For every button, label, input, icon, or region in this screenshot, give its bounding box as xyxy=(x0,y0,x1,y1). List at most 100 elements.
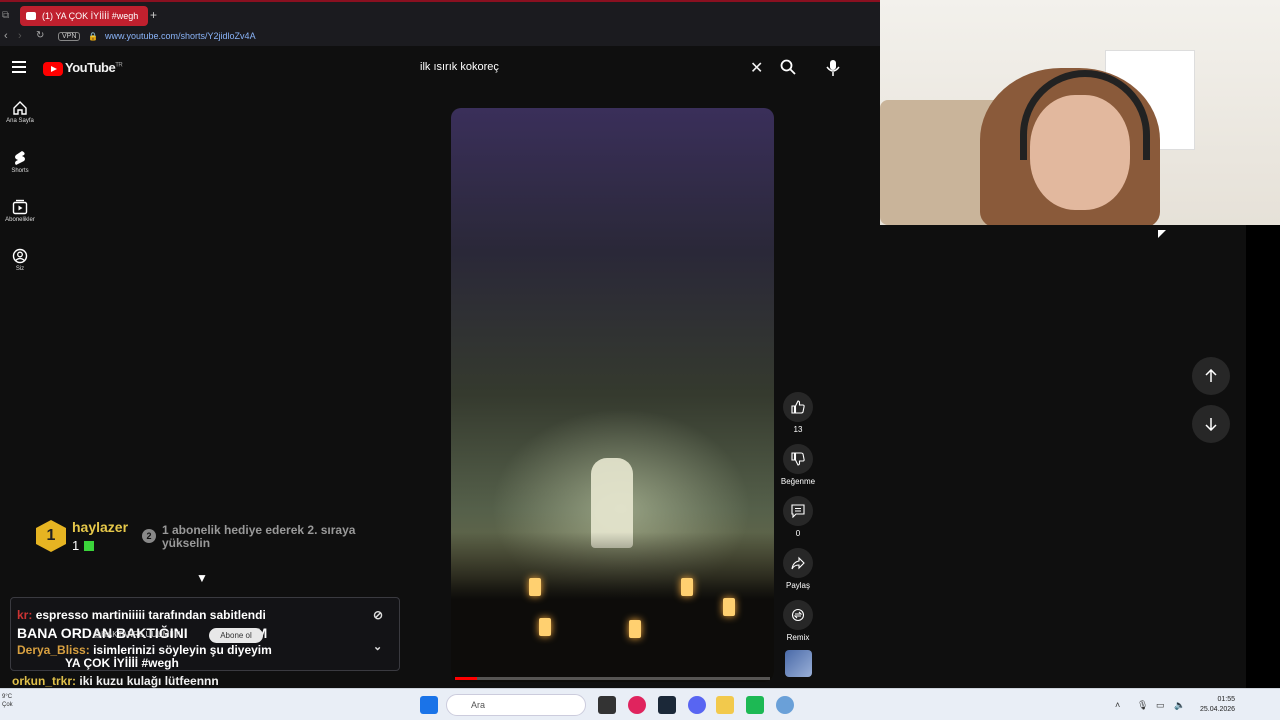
file-explorer-icon[interactable] xyxy=(716,696,734,714)
pinned-message: espresso martiniiiii xyxy=(35,608,146,622)
browser-tab-bar: ⧉ (1) YA ÇOK İYİİİİ #wegh + xyxy=(0,0,880,28)
lock-icon[interactable]: 🔒 xyxy=(88,32,98,41)
pinned-chat-box: kr: espresso martiniiiii tarafından sabi… xyxy=(10,597,400,671)
hide-icon[interactable]: ⊘ xyxy=(373,608,383,622)
taskbar-search-placeholder: Ara xyxy=(471,700,486,710)
browser-sidebar-icon[interactable]: ⧉ xyxy=(2,10,9,21)
webcam-overlay xyxy=(880,0,1280,225)
share-label: Paylaş xyxy=(785,581,810,590)
video-progress-fill xyxy=(455,677,478,680)
logo-text: YouTube xyxy=(65,60,116,75)
rank-two-badge: 2 xyxy=(142,529,156,543)
region-code: TR xyxy=(115,62,123,69)
gift-icon xyxy=(84,541,94,551)
nav-label: Ana Sayfa xyxy=(6,118,34,124)
thumbs-down-icon xyxy=(791,452,805,466)
search-icon[interactable] xyxy=(780,59,796,78)
taskbar-search[interactable]: Ara xyxy=(446,694,586,716)
reload-icon[interactable]: ↻ xyxy=(36,30,44,41)
tab-title: (1) YA ÇOK İYİİİİ #wegh xyxy=(42,11,139,21)
alert-count: 1 xyxy=(72,538,80,553)
start-icon[interactable] xyxy=(420,696,438,714)
nav-label: Shorts xyxy=(11,168,29,174)
shorts-video-player[interactable] xyxy=(451,108,774,682)
chat-message: isimlerinizi söyleyin şu diyeyim xyxy=(93,643,272,657)
pinned-line-4: YA ÇOK İYİİİİ #wegh xyxy=(65,656,179,670)
sound-thumbnail[interactable] xyxy=(785,650,812,677)
taskbar-clock[interactable]: 01:55 25.04.2026 xyxy=(1200,695,1235,715)
settings-icon[interactable] xyxy=(776,696,794,714)
task-view-icon[interactable] xyxy=(598,696,616,714)
subscriptions-icon xyxy=(12,199,28,215)
nav-item-you[interactable]: Siz xyxy=(0,248,40,272)
comments-button[interactable]: 0 xyxy=(780,496,816,538)
pinned-sub-name: @HAKTANRILUUUMIIIII xyxy=(93,630,181,639)
remix-label: Remix xyxy=(786,633,810,642)
network-icon[interactable]: ▭ xyxy=(1156,700,1165,711)
home-icon xyxy=(13,101,27,115)
opera-icon[interactable] xyxy=(628,696,646,714)
chat-username: Derya_Bliss: xyxy=(17,643,90,657)
pinned-by-text: tarafından sabitlendi xyxy=(148,608,266,622)
back-icon[interactable]: ‹ xyxy=(4,30,8,42)
nav-item-home[interactable]: Ana Sayfa xyxy=(0,100,40,124)
share-icon xyxy=(791,556,805,570)
discord-icon[interactable] xyxy=(688,696,706,714)
collapse-chevrons-icon[interactable]: ▼ xyxy=(196,571,208,585)
browser-tab-active[interactable]: (1) YA ÇOK İYİİİİ #wegh xyxy=(20,6,148,26)
chat-username: orkun_trkr: xyxy=(12,674,77,688)
like-button[interactable]: 13 xyxy=(780,392,816,434)
arrow-down-icon xyxy=(1205,418,1217,431)
volume-icon[interactable]: 🔈 xyxy=(1174,700,1185,711)
nav-item-subscriptions[interactable]: Abonelikler xyxy=(0,199,40,223)
youtube-favicon-icon xyxy=(26,12,36,20)
tray-chevron-icon[interactable]: ˄ xyxy=(1115,700,1120,710)
phone-light xyxy=(723,598,735,616)
dislike-button[interactable]: Beğenme xyxy=(780,444,816,486)
remix-button[interactable]: Remix xyxy=(780,600,816,642)
new-tab-icon[interactable]: + xyxy=(150,8,157,22)
mic-tray-icon[interactable]: 🎙 xyxy=(1137,700,1148,711)
phone-light xyxy=(681,578,693,596)
app-icon[interactable] xyxy=(746,696,764,714)
account-icon xyxy=(12,248,28,264)
clock-date: 25.04.2026 xyxy=(1200,706,1236,713)
youtube-play-icon xyxy=(43,61,63,76)
comment-icon xyxy=(791,504,805,518)
video-progress-bar[interactable] xyxy=(455,677,770,680)
search-box[interactable]: ilk ısırık kokoreç ✕ xyxy=(410,56,810,80)
weather-widget[interactable]: 9°C Çok xyxy=(2,693,13,709)
nav-label: Siz xyxy=(15,266,25,272)
expand-chevron-icon[interactable]: ⌄ xyxy=(373,640,382,653)
follow-button[interactable]: Abone ol xyxy=(209,628,263,643)
youtube-header: YouTubeTR ilk ısırık kokoreç ✕ xyxy=(0,46,880,90)
right-edge-strip xyxy=(1246,225,1280,688)
alert-username: haylazer xyxy=(72,519,129,535)
pinned-username: kr: xyxy=(17,608,33,622)
phone-light xyxy=(529,578,541,596)
youtube-logo[interactable]: YouTubeTR xyxy=(43,60,123,76)
phone-light xyxy=(539,618,551,636)
url-text[interactable]: www.youtube.com/shorts/Y2jidloZv4A xyxy=(105,31,256,41)
rank-badge: 1 xyxy=(36,520,66,552)
clock-time: 01:55 xyxy=(1217,696,1236,703)
remix-icon xyxy=(791,608,805,622)
arrow-up-icon xyxy=(1205,369,1217,382)
mouse-cursor-icon xyxy=(1158,230,1166,238)
weather-temp: 9°C xyxy=(2,694,13,700)
address-bar: ‹ › ↻ VPN 🔒 www.youtube.com/shorts/Y2jid… xyxy=(0,28,880,46)
nav-item-shorts[interactable]: Shorts xyxy=(0,150,40,174)
share-button[interactable]: Paylaş xyxy=(780,548,816,590)
menu-icon[interactable] xyxy=(12,61,26,73)
clear-search-icon[interactable]: ✕ xyxy=(750,58,763,78)
previous-video-button[interactable] xyxy=(1192,357,1230,395)
vpn-badge[interactable]: VPN xyxy=(58,32,81,41)
search-input[interactable]: ilk ısırık kokoreç xyxy=(420,61,499,73)
forward-icon[interactable]: › xyxy=(18,30,22,42)
like-count: 13 xyxy=(793,425,803,434)
steam-icon[interactable] xyxy=(658,696,676,714)
chat-line: orkun_trkr: iki kuzu kulağı lütfeennn xyxy=(12,674,219,688)
thumbs-up-icon xyxy=(791,400,805,414)
microphone-icon[interactable] xyxy=(826,59,840,82)
next-video-button[interactable] xyxy=(1192,405,1230,443)
